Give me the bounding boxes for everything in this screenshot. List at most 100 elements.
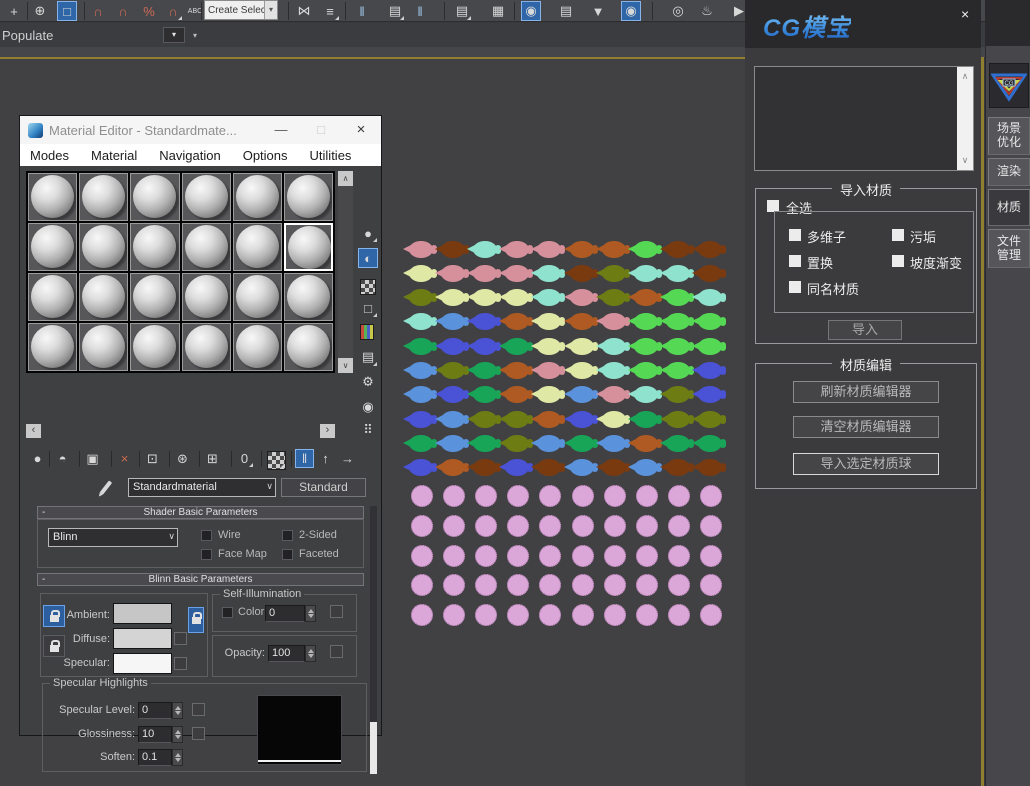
- sphere-object[interactable]: [668, 574, 690, 596]
- mirror-icon[interactable]: ⋈: [294, 1, 314, 21]
- teapot-object[interactable]: [505, 435, 529, 452]
- material-sample-slot[interactable]: [284, 223, 333, 271]
- self-illumination-value[interactable]: 0: [265, 605, 305, 622]
- make-unique-icon[interactable]: ⊛: [173, 449, 192, 468]
- material-sample-slot[interactable]: [284, 323, 333, 371]
- render-preview-icon[interactable]: ♨: [697, 1, 717, 21]
- material-editor-icon[interactable]: ◉: [521, 1, 541, 21]
- make-preview-icon[interactable]: ▤: [358, 347, 378, 367]
- glossiness-spinner[interactable]: [172, 726, 183, 743]
- teapot-object[interactable]: [537, 435, 561, 452]
- specular-map-button[interactable]: [174, 657, 187, 670]
- sample-uv-tiling-icon[interactable]: □: [358, 298, 378, 318]
- teapot-object[interactable]: [634, 459, 658, 476]
- make-material-copy-icon[interactable]: ⊡: [143, 449, 162, 468]
- teapot-object[interactable]: [666, 289, 690, 306]
- sphere-object[interactable]: [668, 485, 690, 507]
- teapot-object[interactable]: [698, 338, 722, 355]
- material-sample-slot[interactable]: [28, 173, 77, 221]
- sphere-object[interactable]: [700, 515, 722, 537]
- opacity-map-button[interactable]: [330, 645, 343, 658]
- assign-material-to-selection-icon[interactable]: ▣: [83, 449, 102, 468]
- teapot-object[interactable]: [505, 362, 529, 379]
- teapot-object[interactable]: [570, 362, 594, 379]
- face-map-checkbox[interactable]: [201, 549, 212, 560]
- material-sample-slot[interactable]: [130, 173, 179, 221]
- scroll-up-icon[interactable]: ∧: [338, 171, 353, 186]
- teapot-object[interactable]: [473, 241, 497, 258]
- teapot-object[interactable]: [698, 459, 722, 476]
- sphere-object[interactable]: [507, 515, 529, 537]
- material-sample-slot[interactable]: [79, 223, 128, 271]
- list-scroll-up-icon[interactable]: ∧: [957, 71, 973, 82]
- gradient-ramp-checkbox[interactable]: [892, 255, 904, 267]
- rollout-blinn-basic-header[interactable]: - Blinn Basic Parameters: [37, 573, 364, 586]
- sphere-object[interactable]: [411, 604, 433, 626]
- teapot-object[interactable]: [537, 265, 561, 282]
- put-material-to-scene-icon[interactable]: ◓: [53, 449, 72, 468]
- sphere-object[interactable]: [668, 515, 690, 537]
- snap-toggle-icon[interactable]: ∩: [88, 1, 108, 21]
- ribbon-minimize-button[interactable]: ▾: [163, 27, 185, 43]
- close-button[interactable]: ×: [346, 116, 376, 144]
- list-scrollbar[interactable]: ∧ ∨: [957, 67, 973, 170]
- clear-material-editor-button[interactable]: 清空材质编辑器: [793, 416, 939, 438]
- sphere-object[interactable]: [443, 515, 465, 537]
- material-map-navigator-icon[interactable]: ⠿: [358, 420, 378, 440]
- teapot-object[interactable]: [473, 313, 497, 330]
- sphere-object[interactable]: [604, 485, 626, 507]
- sphere-object[interactable]: [636, 515, 658, 537]
- material-sample-slot[interactable]: [284, 273, 333, 321]
- teapot-object[interactable]: [441, 338, 465, 355]
- teapot-object[interactable]: [409, 289, 433, 306]
- sphere-object[interactable]: [539, 604, 561, 626]
- teapot-object[interactable]: [409, 313, 433, 330]
- teapot-object[interactable]: [570, 265, 594, 282]
- teapot-object[interactable]: [473, 362, 497, 379]
- sphere-object[interactable]: [443, 604, 465, 626]
- sphere-object[interactable]: [604, 574, 626, 596]
- cg-diamond-logo-icon[interactable]: CG: [989, 63, 1029, 108]
- sphere-object[interactable]: [443, 545, 465, 567]
- sphere-object[interactable]: [668, 545, 690, 567]
- teapot-object[interactable]: [698, 241, 722, 258]
- tab-material[interactable]: 材质: [988, 189, 1030, 226]
- displace-checkbox[interactable]: [789, 255, 801, 267]
- material-sample-slot[interactable]: [28, 273, 77, 321]
- sphere-object[interactable]: [507, 574, 529, 596]
- options-icon[interactable]: ⚙: [358, 372, 378, 392]
- teapot-object[interactable]: [698, 362, 722, 379]
- menu-utilities[interactable]: Utilities: [310, 148, 352, 163]
- sphere-object[interactable]: [539, 515, 561, 537]
- material-sample-slot[interactable]: [182, 173, 231, 221]
- teapot-object[interactable]: [602, 338, 626, 355]
- go-forward-to-sibling-icon[interactable]: →: [338, 449, 357, 468]
- teapot-object[interactable]: [666, 411, 690, 428]
- rendered-frame-window-icon[interactable]: ▼: [588, 1, 608, 21]
- teapot-object[interactable]: [537, 411, 561, 428]
- teapot-object[interactable]: [537, 241, 561, 258]
- sphere-object[interactable]: [572, 515, 594, 537]
- teapot-object[interactable]: [473, 338, 497, 355]
- teapot-object[interactable]: [602, 265, 626, 282]
- select-and-rotate-icon[interactable]: ⊕: [30, 1, 50, 21]
- sphere-object[interactable]: [668, 604, 690, 626]
- teapot-object[interactable]: [666, 435, 690, 452]
- material-type-button[interactable]: Standard: [281, 478, 366, 497]
- teapot-object[interactable]: [666, 338, 690, 355]
- refresh-material-editor-button[interactable]: 刷新材质编辑器: [793, 381, 939, 403]
- teapot-object[interactable]: [602, 313, 626, 330]
- sphere-object[interactable]: [700, 545, 722, 567]
- material-sample-slot[interactable]: [182, 273, 231, 321]
- teapot-object[interactable]: [570, 289, 594, 306]
- teapot-object[interactable]: [570, 386, 594, 403]
- teapot-object[interactable]: [570, 313, 594, 330]
- material-list-box[interactable]: ∧ ∨: [754, 66, 974, 171]
- material-sample-slot[interactable]: [79, 173, 128, 221]
- specular-level-value[interactable]: 0: [138, 702, 172, 719]
- sphere-object[interactable]: [604, 604, 626, 626]
- glossiness-map-button[interactable]: [192, 727, 205, 740]
- sphere-object[interactable]: [443, 485, 465, 507]
- teapot-object[interactable]: [537, 289, 561, 306]
- teapot-object[interactable]: [409, 386, 433, 403]
